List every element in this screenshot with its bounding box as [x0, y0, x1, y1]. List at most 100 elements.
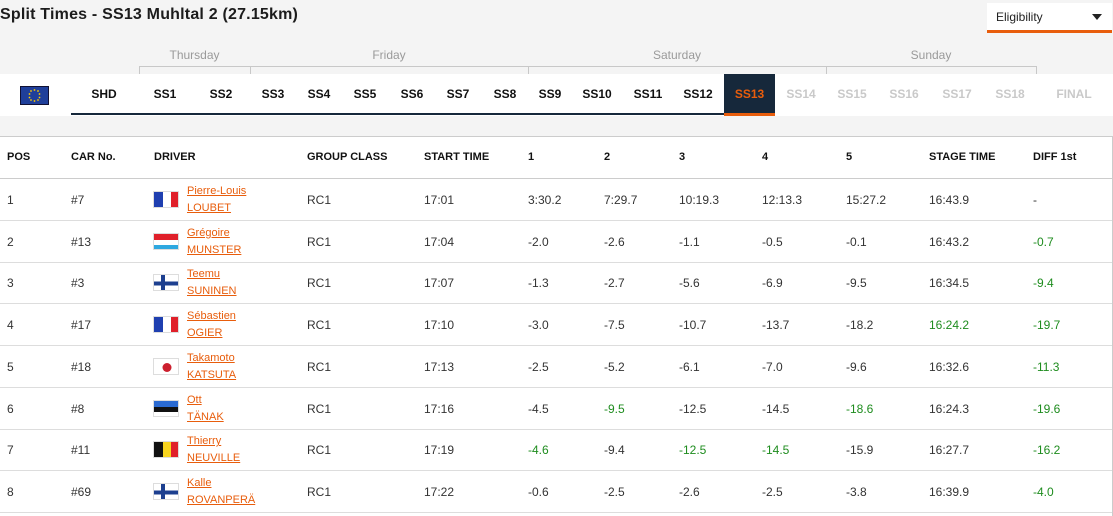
group-class-cell: RC1: [307, 359, 332, 374]
start-time-cell: 17:01: [424, 193, 455, 207]
driver-last-name-link[interactable]: KATSUTA: [187, 369, 236, 381]
driver-last-name-link[interactable]: TÄNAK: [187, 411, 224, 423]
tab-ss18: SS18: [995, 87, 1025, 101]
tab-ss6[interactable]: SS6: [392, 74, 432, 116]
flag-icon: [153, 316, 179, 334]
table-header: POS CAR No. DRIVER GROUP CLASS START TIM…: [0, 137, 1113, 179]
split-1-cell: -2.0: [528, 234, 549, 249]
driver-first-name-link[interactable]: Takamoto: [187, 352, 235, 364]
split-3-cell: -5.6: [679, 276, 700, 291]
driver-last-name-link[interactable]: NEUVILLE: [187, 452, 240, 464]
tab-shd[interactable]: SHD: [82, 74, 126, 116]
driver-first-name-link[interactable]: Sébastien: [187, 310, 236, 322]
col-split-2[interactable]: 2: [604, 151, 610, 163]
diff-1st-cell: -9.4: [1033, 276, 1054, 291]
group-class-cell: RC1: [307, 318, 332, 333]
table-row: 5 #18 RC1 17:13 -2.5 -5.2 -6.1 -7.0 -9.6 16:32.6 -…: [0, 346, 1113, 388]
split-3-cell: -1.1: [679, 234, 700, 249]
car-number-cell: #18: [71, 359, 92, 374]
stage-time-cell: 16:32.6: [929, 359, 970, 374]
split-4-cell: -13.7: [762, 318, 790, 333]
driver-last-name-link[interactable]: OGIER: [187, 327, 222, 339]
table-row: 3 #3 RC1 17:07 -1.3 -2.7 -5.6 -6.9 -9.5 16:34.5 -9…: [0, 262, 1113, 305]
tab-ss9[interactable]: SS9: [529, 74, 571, 116]
tab-ss10[interactable]: SS10: [575, 74, 619, 116]
driver-last-name-link[interactable]: ROVANPERÄ: [187, 494, 255, 506]
car-number-cell: #11: [71, 443, 91, 458]
col-driver[interactable]: DRIVER: [154, 151, 196, 163]
tab-ss17: SS17: [942, 87, 972, 101]
split-2-cell: -2.5: [604, 484, 625, 499]
split-5-cell: -15.9: [846, 443, 874, 458]
split-4-cell: -2.5: [762, 484, 783, 499]
pos-cell: 4: [7, 318, 14, 333]
col-pos[interactable]: POS: [7, 151, 30, 163]
col-car-no[interactable]: CAR No.: [71, 151, 116, 163]
group-class-cell: RC1: [307, 401, 332, 416]
car-number-cell: #13: [71, 234, 92, 249]
col-stage-time[interactable]: STAGE TIME: [929, 151, 995, 163]
table-row: 2 #13 RC1 17:04 -2.0 -2.6 -1.1 -0.5 -0.1 16:43.2 -…: [0, 221, 1113, 263]
pos-cell: 1: [7, 193, 14, 207]
driver-first-name-link[interactable]: Pierre-Louis: [187, 185, 246, 197]
split-2-cell: -2.7: [604, 276, 625, 291]
car-number-cell: #17: [71, 318, 92, 333]
table-row: 1 #7 RC1 17:01 3:30.2 7:29.7 10:19.3 12:13.3 15:…: [0, 179, 1113, 221]
split-5-cell: 15:27.2: [846, 193, 887, 207]
split-2-cell: -5.2: [604, 359, 625, 374]
eligibility-dropdown[interactable]: Eligibility: [987, 3, 1112, 33]
split-3-cell: -12.5: [679, 443, 707, 458]
tab-ss13[interactable]: SS13: [724, 74, 775, 116]
col-diff-1st[interactable]: DIFF 1st: [1033, 151, 1076, 163]
stage-time-cell: 16:24.3: [929, 401, 970, 416]
driver-first-name-link[interactable]: Thierry: [187, 435, 221, 447]
driver-last-name-link[interactable]: MUNSTER: [187, 244, 241, 256]
col-split-3[interactable]: 3: [679, 151, 685, 163]
tab-ss7[interactable]: SS7: [438, 74, 478, 116]
tab-ss1[interactable]: SS1: [145, 74, 185, 116]
split-5-cell: -9.6: [846, 359, 867, 374]
driver-first-name-link[interactable]: Kalle: [187, 477, 211, 489]
page-title: Split Times - SS13 Muhltal 2 (27.15km): [0, 6, 299, 23]
tab-ss11[interactable]: SS11: [626, 74, 670, 116]
tab-ss4[interactable]: SS4: [299, 74, 339, 116]
eu-flag-icon[interactable]: [20, 86, 49, 105]
group-class-cell: RC1: [307, 193, 332, 207]
stage-time-cell: 16:34.5: [929, 276, 970, 291]
start-time-cell: 17:16: [424, 401, 455, 416]
split-4-cell: -14.5: [762, 443, 790, 458]
flag-icon: [153, 191, 179, 208]
diff-1st-cell: -0.7: [1033, 234, 1054, 249]
split-2-cell: -9.4: [604, 443, 625, 458]
driver-last-name-link[interactable]: SUNINEN: [187, 285, 237, 297]
car-number-cell: #3: [71, 276, 85, 291]
split-3-cell: -6.1: [679, 359, 700, 374]
tab-ss16: SS16: [889, 87, 919, 101]
flag-icon: [153, 232, 179, 250]
driver-last-name-link[interactable]: LOUBET: [187, 202, 231, 214]
tab-ss12[interactable]: SS12: [676, 74, 720, 116]
stage-tabs: SHD SS1 SS2 SS3 SS4 SS5 SS6 SS7 SS8 SS9 …: [0, 74, 1113, 116]
split-4-cell: -6.9: [762, 276, 783, 291]
tab-ss8[interactable]: SS8: [485, 74, 525, 116]
col-start-time[interactable]: START TIME: [424, 151, 489, 163]
split-5-cell: -3.8: [846, 484, 867, 499]
tab-ss2[interactable]: SS2: [201, 74, 241, 116]
col-split-1[interactable]: 1: [528, 151, 534, 163]
group-class-cell: RC1: [307, 443, 332, 458]
driver-first-name-link[interactable]: Teemu: [187, 268, 220, 280]
pos-cell: 3: [7, 276, 14, 291]
col-group-class[interactable]: GROUP CLASS: [307, 151, 387, 163]
driver-first-name-link[interactable]: Grégoire: [187, 227, 230, 239]
driver-first-name-link[interactable]: Ott: [187, 394, 202, 406]
col-split-4[interactable]: 4: [762, 151, 768, 163]
tab-ss3[interactable]: SS3: [253, 74, 293, 116]
pos-cell: 8: [7, 484, 14, 499]
split-times-table: POS CAR No. DRIVER GROUP CLASS START TIM…: [0, 136, 1113, 516]
col-split-5[interactable]: 5: [846, 151, 852, 163]
split-3-cell: -12.5: [679, 401, 707, 416]
split-4-cell: -14.5: [762, 401, 790, 416]
split-4-cell: -0.5: [762, 234, 783, 249]
tab-ss5[interactable]: SS5: [345, 74, 385, 116]
stage-time-cell: 16:43.9: [929, 193, 970, 207]
